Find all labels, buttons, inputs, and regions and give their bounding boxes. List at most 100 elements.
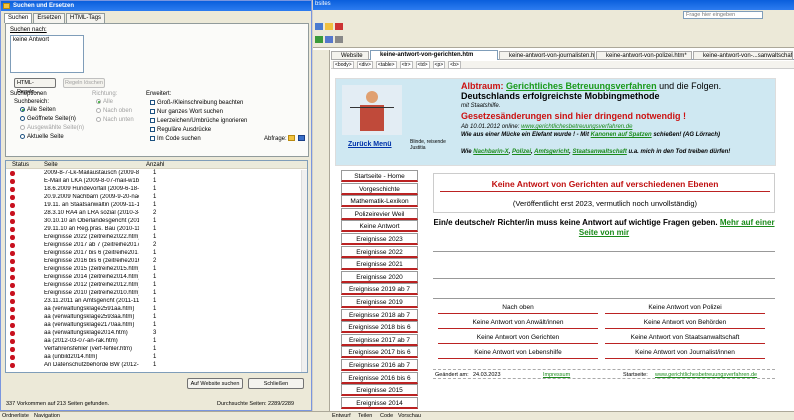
grid-link[interactable]: Keine Antwort von Lebenshilfe [438, 348, 598, 359]
nav-item[interactable]: Ereignisse 2016 bis 6 [341, 371, 418, 384]
radio-nach-unten[interactable] [96, 117, 101, 122]
nav-item[interactable]: Ereignisse 2017 bis 6 [341, 346, 418, 359]
status-navigation[interactable]: Navigation [34, 412, 60, 420]
nav-item[interactable]: Ereignisse 2014 [341, 396, 418, 409]
grid-link[interactable]: Keine Antwort von Polizei [605, 303, 765, 314]
view-code[interactable]: Code [380, 412, 393, 420]
table-row[interactable]: aa (verwaltungsklage2593aa.htm) 1 [6, 314, 301, 321]
view-teilen[interactable]: Teilen [358, 412, 372, 420]
tag-path-item[interactable]: <p> [432, 61, 446, 69]
tag-path-item[interactable]: <body> [333, 61, 354, 69]
table-row[interactable]: Ereignisse 2014 (zeitreihe2014.htm) 1 [6, 274, 301, 281]
tab-ersetzen[interactable]: Ersetzen [33, 13, 66, 23]
table-row[interactable]: 29.11.10 an Reg.präs. Bau (2010-11-... 1 [6, 226, 301, 233]
table-row[interactable]: 2009-8-7-Lk-Mailaustausch (2009-8-... 1 [6, 170, 301, 177]
tab-gerichten[interactable]: keine-antwort-von-gerichten.htm [370, 50, 498, 60]
grid-link[interactable]: Keine Antwort von Journalist/innen [605, 348, 765, 359]
table-row[interactable]: Ereignisse 2022 (zeitreihe2022.htm) 1 [6, 234, 301, 241]
table-row[interactable]: E-Mail an LKA (2009-8-07-mail-w1ba... 1 [6, 178, 301, 185]
chk-whitespace[interactable] [150, 118, 155, 123]
nav-item[interactable]: Vorgeschichte [341, 182, 418, 195]
search-input[interactable]: keine Antwort [10, 35, 84, 73]
nav-item[interactable]: Ereignisse 2019 [341, 296, 418, 308]
nav-item[interactable]: Ereignisse 2020 [341, 270, 418, 283]
link-staatsanwaltschaft[interactable]: Staatsanwaltschaft [572, 149, 626, 155]
nav-item[interactable]: Ereignisse 2015 [341, 384, 418, 397]
table-row[interactable]: aa (unbild2014.htm) 1 [6, 354, 301, 361]
nav-item[interactable]: Startseite - Home [341, 170, 418, 182]
link-polizei[interactable]: Polizei [512, 149, 531, 155]
link-amtsgericht[interactable]: Amtsgericht [534, 149, 569, 155]
grid-link[interactable]: Keine Antwort von Staatsanwaltschaft [605, 333, 765, 344]
grid-link[interactable]: Keine Antwort von Gerichten [438, 333, 598, 344]
grid-link[interactable]: Keine Antwort von Behörden [605, 318, 765, 329]
save-query-icon[interactable] [298, 135, 305, 141]
radio-aktuelle[interactable] [20, 134, 25, 139]
chk-whole-word[interactable] [150, 109, 155, 114]
new-icon[interactable] [315, 23, 323, 30]
table-row[interactable]: Ereignisse 2016 bis 6 (zeitreihe2016... 2 [6, 258, 301, 265]
grid-link[interactable]: Nach oben [438, 303, 598, 314]
table-row[interactable]: Ereignisse 2017 bis 6 (zeitreihe2017... 1 [6, 250, 301, 257]
since-link[interactable]: www.gerichtlichesbetreuungsverfahren.de [521, 124, 632, 130]
nav-item[interactable]: Ereignisse 2023 [341, 233, 418, 245]
view-vorschau[interactable]: Vorschau [398, 412, 421, 420]
table-row[interactable]: Verfahrensfehler (verf-fehler.htm) 1 [6, 346, 301, 353]
col-anzahl[interactable]: Anzahl [146, 161, 164, 169]
help-icon[interactable] [335, 36, 343, 43]
link-nachbarin[interactable]: Nachbarin-X [473, 149, 508, 155]
nav-item[interactable]: Mathematik-Lexikon [341, 195, 418, 208]
html-rules-button[interactable]: HTML-Regeln... [14, 78, 56, 95]
radio-alle-seiten[interactable] [20, 107, 25, 112]
tab-staatsanwaltschaft[interactable]: keine-antwort-von-...sanwaltschaft.htm [693, 51, 793, 60]
view-entwurf[interactable]: Entwurf [332, 412, 351, 420]
tab-website[interactable]: Website [331, 51, 369, 60]
table-row[interactable]: 20.9.2009 Nachbarn (2009-9-20-nac... 1 [6, 194, 301, 201]
table-row[interactable]: 18.6.2009 Hundevorfall (2009-6-18-h... 1 [6, 186, 301, 193]
font-color-icon[interactable] [335, 23, 343, 30]
footer-start-link[interactable]: www.gerichtlichesbetreuungsverfahren.de [655, 370, 757, 380]
help-input[interactable]: Frage hier eingeben [683, 11, 763, 19]
nav-item[interactable]: Ereignisse 2018 ab 7 [341, 308, 418, 321]
table-row[interactable]: An Datenschutzbehörde BW (2012-05-... 1 [6, 362, 301, 369]
table-row[interactable]: aa (2012-03-07-an-rak.htm) 1 [6, 338, 301, 345]
footer-impressum-link[interactable]: Impressum [543, 370, 570, 380]
chk-code[interactable] [150, 136, 155, 141]
nav-item[interactable]: Ereignisse 2022 [341, 245, 418, 258]
tab-journalisten[interactable]: keine-antwort-von-journalisten.htm [499, 51, 595, 60]
zurueck-menu-link[interactable]: Zurück Menü [348, 141, 392, 148]
nav-item[interactable]: Ereignisse 2017 ab 7 [341, 333, 418, 346]
search-website-button[interactable]: Auf Website suchen [187, 378, 243, 389]
chk-case[interactable] [150, 100, 155, 105]
table-row[interactable]: 28.3.10 RA4 an LRA sozial (2010-3-2... 2 [6, 210, 301, 217]
table-row[interactable]: aa (verwaltungsklage2170aa.htm) 1 [6, 322, 301, 329]
grid-link[interactable]: Keine Antwort von Anwält/innen [438, 318, 598, 329]
radio-geoeffnete[interactable] [20, 116, 25, 121]
muecke-link[interactable]: Kanonen auf Spatzen [591, 132, 652, 138]
headline-link[interactable]: Gerichtliches Betreuungsverfahren [506, 81, 657, 91]
radio-nach-oben[interactable] [96, 108, 101, 113]
table-row[interactable]: Ereignisse 2012 (zeitreihe2012.htm) 1 [6, 282, 301, 289]
close-button[interactable]: Schließen [248, 378, 304, 389]
tab-polizei[interactable]: keine-antwort-von-polizei.htm* [596, 51, 692, 60]
table-row[interactable]: Ereignisse 2015 (zeitreihe2015.htm) 1 [6, 266, 301, 273]
tag-path-item[interactable]: <table> [375, 61, 397, 69]
col-status[interactable]: Status [12, 161, 29, 169]
table-icon[interactable] [315, 36, 323, 43]
table-row[interactable]: 19.11. an Staatsanwältin (2009-11-1... 1 [6, 202, 301, 209]
table-row[interactable]: aa (verwaltungsklage2014.htm) 3 [6, 330, 301, 337]
picture-icon[interactable] [325, 36, 333, 43]
results-scrollbar[interactable] [301, 170, 307, 372]
table-row[interactable]: Ereignisse 2017 ab 7 (zeitreihe2017b... 2 [6, 242, 301, 249]
open-icon[interactable] [325, 23, 333, 30]
nav-item[interactable]: Keine Antwort [341, 220, 418, 233]
chk-regex[interactable] [150, 127, 155, 132]
table-row[interactable]: Ereignisse 2010 (zeitreihe2010.htm) 1 [6, 290, 301, 297]
tag-path-item[interactable]: <div> [356, 61, 373, 69]
radio-ausgewaehlte[interactable] [20, 125, 25, 130]
tag-path-item[interactable]: <tr> [399, 61, 413, 69]
tag-path-item[interactable]: <td> [415, 61, 430, 69]
nav-item[interactable]: Ereignisse 2021 [341, 258, 418, 271]
nav-item[interactable]: Ereignisse 2016 ab 7 [341, 359, 418, 371]
open-query-icon[interactable] [288, 135, 295, 141]
